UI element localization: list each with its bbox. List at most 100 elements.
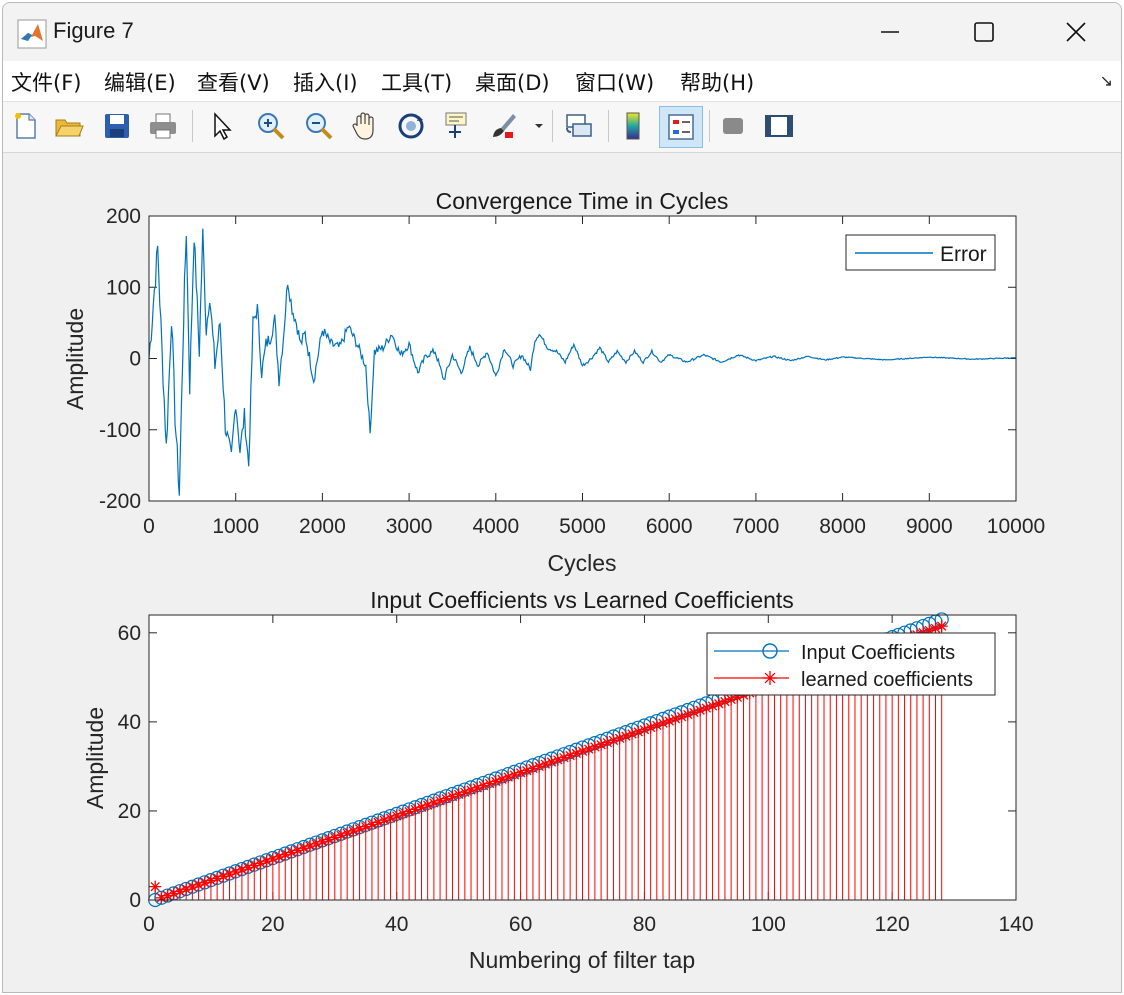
legend-learned-marker: [763, 671, 777, 685]
menu-desktop[interactable]: 桌面(D): [475, 67, 550, 97]
save-button[interactable]: [99, 108, 135, 144]
menu-bar: 文件(F) 编辑(E) 查看(V) 插入(I) 工具(T) 桌面(D) 窗口(W…: [3, 61, 1121, 102]
plots-svg: Convergence Time in Cycles Cycles Amplit…: [62, 188, 1045, 973]
x-tick-label: 100: [751, 913, 786, 936]
y-tick-label: 0: [129, 889, 141, 912]
close-button[interactable]: [1029, 3, 1121, 61]
x-tick-label: 40: [385, 913, 408, 936]
dock-arrow-icon[interactable]: ↘: [1100, 71, 1113, 91]
select-arrow-icon: [214, 112, 232, 141]
coefficients-axes[interactable]: Input Coefficients vs Learned Coefficien…: [82, 587, 1034, 973]
x-tick-label: 3000: [386, 515, 433, 538]
x-axis-label: Cycles: [547, 550, 616, 576]
brush-icon: [493, 114, 516, 138]
x-tick-label: 9000: [906, 515, 953, 538]
menu-tools[interactable]: 工具(T): [381, 67, 452, 97]
save-icon: [105, 114, 129, 138]
rotate-button[interactable]: [393, 108, 429, 144]
figure-canvas: Convergence Time in Cycles Cycles Amplit…: [3, 153, 1121, 992]
figure-toolbar: [3, 102, 1121, 153]
figure-window: Figure 7 文件(F) 编辑(E) 查看(V) 插入(I) 工具(T) 桌…: [2, 2, 1122, 993]
menu-window[interactable]: 窗口(W): [575, 67, 654, 97]
menu-view[interactable]: 查看(V): [197, 67, 270, 97]
y-tick-label: -200: [99, 490, 141, 513]
legend-button[interactable]: [659, 106, 703, 148]
y-tick-label: 0: [129, 348, 141, 371]
hide-plot-tools-button[interactable]: [715, 108, 751, 144]
select-button[interactable]: [203, 108, 239, 144]
menu-edit[interactable]: 编辑(E): [104, 67, 176, 97]
colorbar-button[interactable]: [615, 108, 651, 144]
minimize-icon: [881, 31, 899, 33]
new-figure-icon: [15, 113, 36, 139]
legend-learned-label: learned coefficients: [801, 669, 973, 691]
minimize-button[interactable]: [843, 3, 937, 61]
x-axis-label: Numbering of filter tap: [469, 947, 695, 973]
zoom-out-icon: [306, 113, 333, 140]
pan-button[interactable]: [347, 108, 383, 144]
zoom-in-icon: [258, 113, 285, 140]
x-tick-label: 4000: [472, 515, 519, 538]
x-tick-label: 0: [143, 515, 155, 538]
menu-help[interactable]: 帮助(H): [680, 67, 754, 97]
data-cursor-icon: [445, 112, 467, 138]
x-tick-label: 6000: [646, 515, 693, 538]
title-bar: Figure 7: [3, 3, 1121, 61]
toolbar-separator: [709, 110, 710, 142]
hide-plot-tools-icon: [723, 118, 743, 134]
learned-coefficient-point: [935, 620, 948, 633]
x-tick-label: 8000: [819, 515, 866, 538]
menu-file[interactable]: 文件(F): [11, 67, 81, 97]
link-plot-icon: [566, 114, 592, 137]
brush-dropdown[interactable]: [531, 108, 547, 144]
y-tick-label: -100: [99, 419, 141, 442]
y-tick-label: 100: [106, 276, 141, 299]
y-tick-label: 60: [118, 622, 141, 645]
x-tick-label: 120: [875, 913, 910, 936]
chevron-down-icon: [535, 124, 543, 128]
x-tick-label: 80: [633, 913, 656, 936]
matlab-logo-icon: [17, 19, 47, 49]
pan-hand-icon: [352, 112, 374, 140]
legend[interactable]: Error: [845, 234, 996, 271]
y-tick-label: 40: [118, 711, 141, 734]
brush-button[interactable]: [485, 108, 521, 144]
open-file-button[interactable]: [51, 108, 87, 144]
toolbar-separator: [608, 110, 609, 142]
zoom-in-button[interactable]: [253, 108, 289, 144]
x-tick-label: 7000: [733, 515, 780, 538]
colorbar-icon: [626, 112, 640, 140]
x-tick-label: 0: [143, 913, 155, 936]
chart-title: Input Coefficients vs Learned Coefficien…: [370, 587, 794, 613]
print-icon: [150, 113, 176, 139]
rotate-3d-icon: [398, 113, 424, 139]
legend[interactable]: Input Coefficients learned coefficients: [706, 632, 996, 696]
y-tick-label: 200: [106, 205, 141, 228]
print-button[interactable]: [145, 108, 181, 144]
x-tick-label: 20: [261, 913, 284, 936]
close-icon: [1066, 22, 1086, 42]
chart-title: Convergence Time in Cycles: [436, 188, 729, 214]
x-tick-label: 1000: [212, 515, 259, 538]
link-plot-button[interactable]: [561, 108, 597, 144]
y-tick-label: 20: [118, 800, 141, 823]
x-tick-label: 140: [998, 913, 1033, 936]
new-figure-button[interactable]: [7, 108, 43, 144]
learned-coefficient-point: [149, 880, 162, 893]
toolbar-separator: [192, 110, 193, 142]
maximize-button[interactable]: [937, 3, 1031, 61]
convergence-axes[interactable]: Convergence Time in Cycles Cycles Amplit…: [62, 188, 1045, 576]
legend-icon: [668, 114, 694, 140]
show-plot-tools-button[interactable]: [761, 108, 797, 144]
x-tick-label: 5000: [559, 515, 606, 538]
menu-insert[interactable]: 插入(I): [293, 67, 358, 97]
x-tick-label: 10000: [987, 515, 1045, 538]
legend-error-label: Error: [940, 243, 987, 266]
open-file-icon: [55, 119, 84, 137]
window-title: Figure 7: [53, 18, 134, 43]
x-tick-label: 60: [509, 913, 532, 936]
zoom-out-button[interactable]: [301, 108, 337, 144]
data-cursor-button[interactable]: [439, 108, 475, 144]
legend-input-label: Input Coefficients: [801, 642, 955, 664]
x-tick-label: 2000: [299, 515, 346, 538]
